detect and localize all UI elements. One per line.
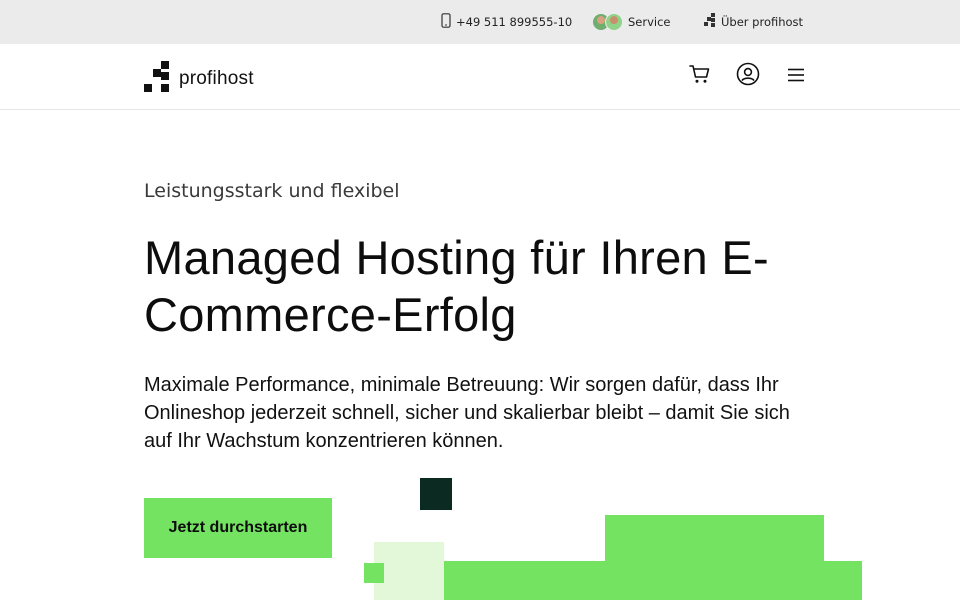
top-utility-bar: +49 511 899555-10 Service Über profihost bbox=[0, 0, 960, 44]
phone-link[interactable]: +49 511 899555-10 bbox=[441, 13, 572, 31]
service-avatars bbox=[592, 13, 623, 31]
cart-button[interactable] bbox=[688, 64, 712, 88]
decorative-small-green-square bbox=[364, 563, 384, 583]
about-link[interactable]: Über profihost bbox=[704, 13, 803, 30]
hero-lead: Maximale Performance, minimale Betreuung… bbox=[144, 373, 790, 452]
hero-title: Managed Hosting für Ihren E-Commerce-Erf… bbox=[144, 230, 769, 341]
decorative-light-block bbox=[374, 542, 444, 600]
hamburger-menu-icon bbox=[787, 67, 805, 86]
start-now-button[interactable]: Jetzt durchstarten bbox=[144, 498, 332, 558]
main-navbar: profihost bbox=[0, 44, 960, 110]
avatar bbox=[605, 13, 623, 31]
about-label: Über profihost bbox=[721, 14, 804, 29]
cart-icon bbox=[689, 64, 711, 88]
phone-icon bbox=[441, 13, 451, 31]
decorative-green-block bbox=[444, 561, 862, 600]
profihost-mini-logo-icon bbox=[704, 13, 716, 30]
account-icon bbox=[736, 62, 760, 90]
service-link[interactable]: Service bbox=[592, 13, 671, 31]
profihost-logo[interactable]: profihost bbox=[144, 61, 254, 96]
menu-button[interactable] bbox=[784, 64, 808, 88]
logo-text: profihost bbox=[179, 67, 254, 89]
hero-kicker: Leistungsstark und flexibel bbox=[144, 180, 400, 202]
decorative-green-block-raised bbox=[605, 515, 824, 562]
decorative-dark-square bbox=[420, 478, 452, 510]
hero-section: Leistungsstark und flexibel Managed Host… bbox=[144, 180, 834, 455]
phone-number: +49 511 899555-10 bbox=[456, 15, 573, 29]
service-label: Service bbox=[628, 15, 671, 29]
account-button[interactable] bbox=[736, 62, 760, 90]
profihost-logo-icon bbox=[144, 61, 169, 96]
